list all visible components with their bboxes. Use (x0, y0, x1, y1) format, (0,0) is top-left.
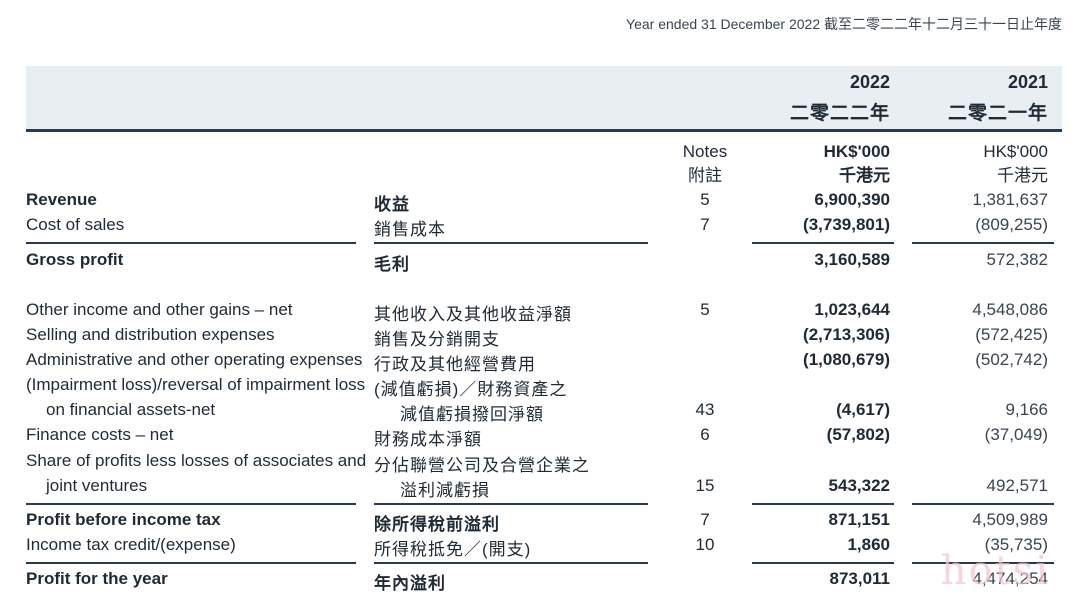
row-label-en: Profit before income tax (26, 510, 221, 529)
row-label-en: Share of profits less losses of associat… (26, 451, 367, 470)
table-row: Income tax credit/(expense) 所得稅抵免／(開支) 1… (0, 535, 1080, 560)
row-label-en: Finance costs – net (26, 425, 174, 444)
header-rule (26, 129, 1062, 132)
row-label-cn: 減值虧損撥回淨額 (400, 405, 544, 424)
row-value-2022: 1,023,644 (814, 300, 890, 319)
table-row: Cost of sales 銷售成本 7 (3,739,801) (809,25… (0, 215, 1080, 240)
row-label-cn: 行政及其他經營費用 (374, 355, 536, 374)
row-label-cn: 收益 (374, 195, 410, 214)
row-label-cn: 除所得稅前溢利 (374, 515, 500, 534)
row-value-2022: (4,617) (836, 400, 890, 419)
row-value-2021: 492,571 (986, 476, 1048, 495)
row-value-2021: 572,382 (986, 250, 1048, 269)
column-year-2022-cn: 二零二二年 (789, 103, 890, 124)
row-value-2022: 1,860 (847, 535, 890, 554)
subtotal-rule (374, 562, 648, 564)
row-value-2022: 3,160,589 (814, 250, 890, 269)
row-value-2021: (809,255) (975, 215, 1048, 234)
table-row: Profit for the year 年內溢利 873,011 4,474,2… (0, 569, 1080, 594)
unit-header-2022-cn: 千港元 (839, 166, 890, 185)
row-label-en: Selling and distribution expenses (26, 325, 275, 344)
subtotal-rule (26, 562, 356, 564)
row-value-2021: 4,548,086 (972, 300, 1048, 319)
column-year-2022: 2022 (849, 72, 890, 92)
row-label-cn: 財務成本淨額 (374, 430, 482, 449)
row-label-cn: 所得稅抵免／(開支) (374, 540, 532, 559)
row-value-2022: (3,739,801) (803, 215, 890, 234)
row-label-cn: 年內溢利 (374, 574, 446, 593)
row-label-en: Revenue (26, 190, 97, 209)
table-row: on financial assets-net 減值虧損撥回淨額 43 (4,6… (0, 400, 1080, 425)
row-label-en: Cost of sales (26, 215, 125, 234)
table-row: Administrative and other operating expen… (0, 350, 1080, 375)
row-value-2022: (1,080,679) (803, 350, 890, 369)
row-value-2022: 871,151 (828, 510, 890, 529)
table-row: Revenue 收益 5 6,900,390 1,381,637 (0, 190, 1080, 215)
row-label-cn: 溢利減虧損 (400, 481, 490, 500)
row-value-2022: 543,322 (828, 476, 890, 495)
row-label-en: Income tax credit/(expense) (26, 535, 236, 554)
table-row: Other income and other gains – net 其他收入及… (0, 300, 1080, 325)
table-row: Share of profits less losses of associat… (0, 451, 1080, 476)
row-value-2021: (502,742) (975, 350, 1048, 369)
row-label-cn: 其他收入及其他收益淨額 (374, 305, 572, 324)
subtotal-rule (912, 242, 1054, 244)
subtotal-rule (26, 242, 356, 244)
row-value-2021: (572,425) (975, 325, 1048, 344)
row-label-cn: 毛利 (374, 255, 410, 274)
unit-header-2021: HK$'000 (983, 142, 1048, 161)
column-year-2021-cn: 二零二一年 (947, 103, 1048, 124)
period-label: Year ended 31 December 2022 截至二零二二年十二月三十… (626, 16, 1062, 32)
row-value-2022: 6,900,390 (814, 190, 890, 209)
table-row: joint ventures 溢利減虧損 15 543,322 492,571 (0, 476, 1080, 501)
table-row: Gross profit 毛利 3,160,589 572,382 (0, 250, 1080, 275)
row-label-cn: 分佔聯營公司及合營企業之 (374, 456, 590, 475)
row-label-cn: (減值虧損)／財務資產之 (374, 380, 568, 399)
subtotal-rule (752, 242, 894, 244)
row-label-cn: 銷售及分銷開支 (374, 330, 500, 349)
table-row: (Impairment loss)/reversal of impairment… (0, 375, 1080, 400)
subtotal-rule (912, 503, 1054, 505)
subtotal-rule (374, 242, 648, 244)
table-row: Profit before income tax 除所得稅前溢利 7 871,1… (0, 510, 1080, 535)
row-label-en: joint ventures (46, 476, 148, 495)
subtotal-rule (752, 503, 894, 505)
row-label-en: (Impairment loss)/reversal of impairment… (26, 375, 366, 394)
subtotal-rule (26, 503, 356, 505)
row-label-en: Gross profit (26, 250, 124, 269)
row-value-2022: 873,011 (829, 569, 890, 588)
row-label-cn: 銷售成本 (374, 220, 446, 239)
row-label-en: Other income and other gains – net (26, 300, 293, 319)
row-value-2021: (37,049) (984, 425, 1048, 444)
row-value-2022: (57,802) (826, 425, 890, 444)
row-label-en: Administrative and other operating expen… (26, 350, 363, 369)
row-value-2022: (2,713,306) (803, 325, 890, 344)
unit-header-2022: HK$'000 (823, 142, 890, 161)
subtotal-rule (374, 503, 648, 505)
row-label-en: on financial assets-net (46, 400, 216, 419)
column-year-2021: 2021 (1007, 72, 1048, 92)
row-value-2021: 1,381,637 (972, 190, 1048, 209)
row-value-2021: 9,166 (1005, 400, 1048, 419)
table-row: Selling and distribution expenses 銷售及分銷開… (0, 325, 1080, 350)
watermark: hotsi (940, 548, 1050, 594)
unit-header-2021-cn: 千港元 (997, 166, 1048, 185)
subtotal-rule (752, 562, 894, 564)
row-label-en: Profit for the year (26, 569, 168, 588)
row-value-2021: 4,509,989 (972, 510, 1048, 529)
table-row: Finance costs – net 財務成本淨額 6 (57,802) (3… (0, 425, 1080, 450)
